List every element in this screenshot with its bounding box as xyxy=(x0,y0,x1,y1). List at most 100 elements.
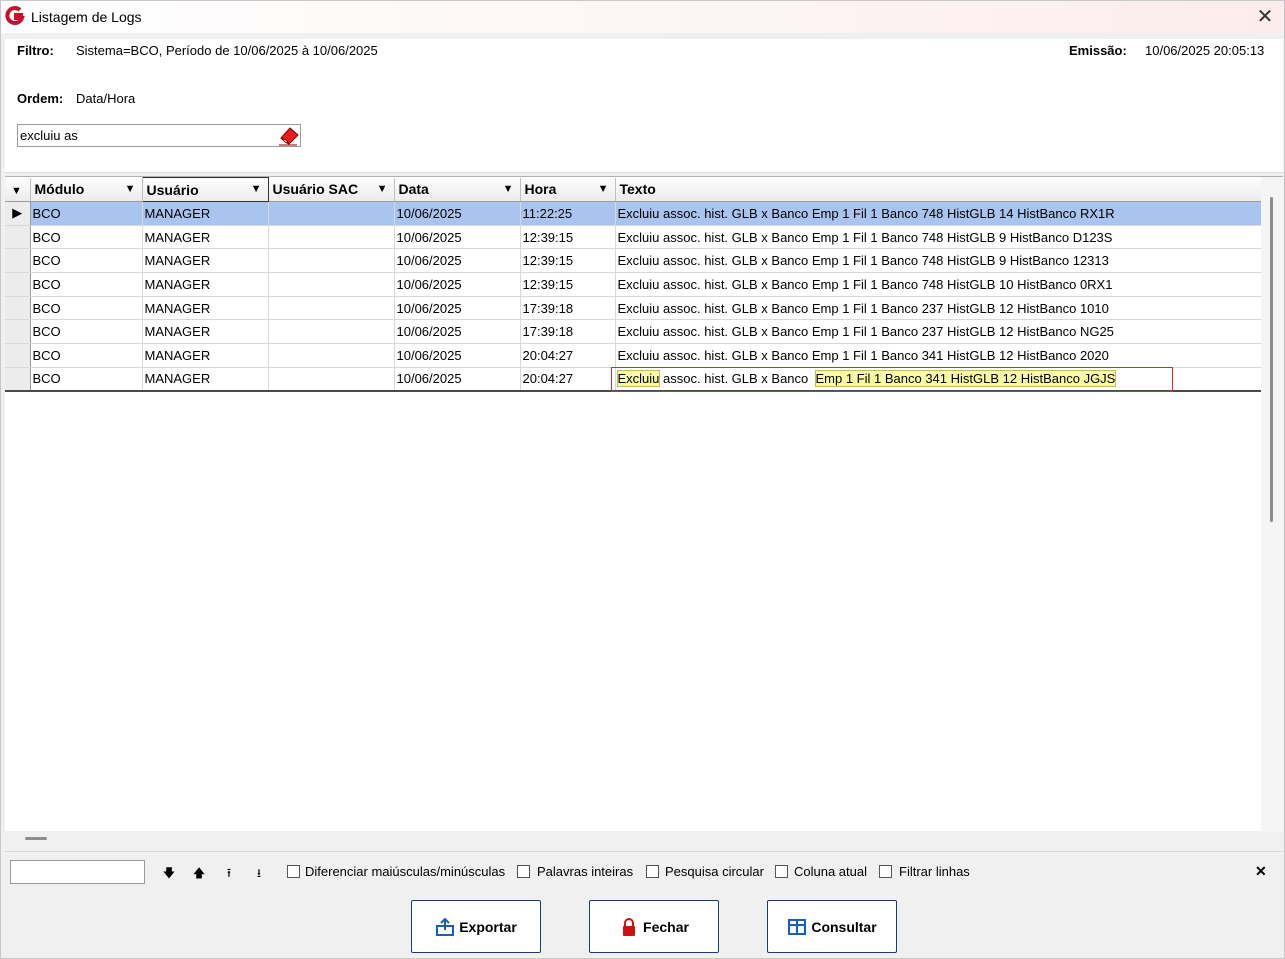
report-header: Filtro: Sistema=BCO, Período de 10/06/20… xyxy=(5,39,1283,173)
cell-data: 10/06/2025 xyxy=(394,201,521,226)
row-indicator xyxy=(5,248,31,274)
arrow-up-icon[interactable]: 🡅 xyxy=(191,864,207,885)
order-label: Ordem: xyxy=(17,91,64,106)
cell-usuario-sac xyxy=(268,343,395,368)
arrow-first-icon[interactable]: ⭱ xyxy=(221,864,237,885)
header-indicator[interactable]: ▼ xyxy=(5,177,31,202)
cell-hora: 12:39:15 xyxy=(520,272,616,297)
cell-texto: Excluiu assoc. hist. GLB x Banco Emp 1 F… xyxy=(615,296,1262,321)
filter-icon[interactable]: ▼ xyxy=(598,183,609,195)
cell-texto: Excluiu assoc. hist. GLB x Banco Emp 1 F… xyxy=(615,225,1262,250)
column-header-usuario-sac[interactable]: Usuário SAC ▼ xyxy=(268,177,395,202)
cell-modulo: BCO xyxy=(30,343,143,368)
row-pointer-icon: ▶ xyxy=(5,201,31,226)
cell-data: 10/06/2025 xyxy=(394,225,521,250)
row-indicator xyxy=(5,319,31,345)
cell-usuario-sac xyxy=(268,201,395,226)
table-header-row: ▼ Módulo ▼ Usuário ▼ Usuário SAC ▼ Data ▼ Ho… xyxy=(5,177,1262,202)
cell-hora: 12:39:15 xyxy=(520,248,616,274)
export-label: Exportar xyxy=(459,918,517,935)
row-indicator xyxy=(5,225,31,250)
table-row[interactable]: BCO MANAGER 10/06/2025 17:39:18 Excluiu … xyxy=(5,296,1262,321)
column-header-usuario[interactable]: Usuário ▼ xyxy=(141,177,269,202)
emission-value: 10/06/2025 20:05:13 xyxy=(1145,43,1265,58)
title-bar: Listagem de Logs ✕ xyxy=(1,1,1284,33)
filter-icon[interactable]: ▼ xyxy=(377,183,388,195)
cell-usuario-sac xyxy=(268,367,395,392)
export-icon xyxy=(436,917,455,936)
cell-usuario: MANAGER xyxy=(142,248,269,274)
checkbox-label: Pesquisa circular xyxy=(665,864,764,879)
checkbox-label: Palavras inteiras xyxy=(537,864,634,879)
cell-usuario-sac xyxy=(268,225,395,250)
row-indicator xyxy=(5,343,31,368)
checkbox-whole-words[interactable] xyxy=(517,865,530,878)
column-header-data[interactable]: Data ▼ xyxy=(394,177,521,202)
cell-texto: Excluiu assoc. hist. GLB x Banco Emp 1 F… xyxy=(615,201,1262,226)
search-match-highlight: Excluiu xyxy=(616,370,661,388)
query-label: Consultar xyxy=(811,918,877,935)
close-icon[interactable]: ✕ xyxy=(1255,863,1267,880)
checkbox-label: Coluna atual xyxy=(794,864,867,879)
vertical-scrollbar[interactable] xyxy=(1261,177,1283,832)
checkbox-case-sensitive[interactable] xyxy=(287,865,300,878)
table-row[interactable]: ▶ BCO MANAGER 10/06/2025 11:22:25 Exclui… xyxy=(5,201,1262,226)
eraser-icon[interactable] xyxy=(277,124,301,146)
cell-data: 10/06/2025 xyxy=(394,319,521,345)
row-indicator xyxy=(5,296,31,321)
cell-usuario: MANAGER xyxy=(142,201,269,226)
filter-icon[interactable]: ▼ xyxy=(125,183,136,195)
column-header-hora[interactable]: Hora ▼ xyxy=(520,177,616,202)
close-label: Fechar xyxy=(643,918,689,935)
cell-hora: 17:39:18 xyxy=(520,296,616,321)
cell-usuario: MANAGER xyxy=(142,319,269,345)
table-row[interactable]: BCO MANAGER 10/06/2025 20:04:27 Excluiu … xyxy=(5,343,1262,368)
column-header-texto[interactable]: Texto xyxy=(615,177,1262,202)
close-icon[interactable]: ✕ xyxy=(1251,3,1279,31)
find-bar: 🡇 🡅 ⭱ ⭳ Diferenciar maiúsculas/minúscula… xyxy=(5,851,1283,889)
horizontal-scrollbar-thumb[interactable] xyxy=(25,837,47,840)
cell-modulo: BCO xyxy=(30,319,143,345)
find-input[interactable] xyxy=(10,860,145,884)
arrow-down-icon[interactable]: 🡇 xyxy=(161,864,177,885)
texto-middle: assoc. hist. GLB x Banco xyxy=(659,371,816,387)
filter-icon[interactable]: ▼ xyxy=(503,183,514,195)
checkbox-filter-rows[interactable] xyxy=(879,865,892,878)
cell-texto: Excluiu assoc. hist. GLB x Banco Emp 1 F… xyxy=(615,248,1262,274)
checkbox-label: Filtrar linhas xyxy=(899,864,970,879)
filter-label: Filtro: xyxy=(17,43,54,58)
cell-modulo: BCO xyxy=(30,225,143,250)
cell-usuario: MANAGER xyxy=(142,272,269,297)
cell-usuario-sac xyxy=(268,319,395,345)
cell-data: 10/06/2025 xyxy=(394,343,521,368)
arrow-last-icon[interactable]: ⭳ xyxy=(251,864,267,885)
checkbox-circular-search[interactable] xyxy=(646,865,659,878)
vertical-scrollbar-thumb[interactable] xyxy=(1270,197,1273,522)
cell-hora: 12:39:15 xyxy=(520,225,616,250)
row-indicator xyxy=(5,272,31,297)
cell-usuario: MANAGER xyxy=(142,225,269,250)
export-button[interactable]: Exportar xyxy=(411,900,541,953)
cell-texto: Excluiu assoc. hist. GLB x Banco Emp 1 F… xyxy=(615,367,1262,392)
table-row[interactable]: BCO MANAGER 10/06/2025 12:39:15 Excluiu … xyxy=(5,248,1262,274)
close-button[interactable]: Fechar xyxy=(589,900,719,953)
column-header-modulo[interactable]: Módulo ▼ xyxy=(30,177,143,202)
table-row[interactable]: BCO MANAGER 10/06/2025 17:39:18 Excluiu … xyxy=(5,319,1262,345)
log-list-window: Listagem de Logs ✕ Filtro: Sistema=BCO, … xyxy=(0,0,1285,959)
checkbox-current-column[interactable] xyxy=(775,865,788,878)
table-row[interactable]: BCO MANAGER 10/06/2025 12:39:15 Excluiu … xyxy=(5,225,1262,250)
table-row[interactable]: BCO MANAGER 10/06/2025 12:39:15 Excluiu … xyxy=(5,272,1262,297)
cell-data: 10/06/2025 xyxy=(394,272,521,297)
lock-icon xyxy=(623,917,636,936)
table-row[interactable]: BCO MANAGER 10/06/2025 20:04:27 Excluiu … xyxy=(5,367,1262,392)
cell-modulo: BCO xyxy=(30,272,143,297)
cell-usuario-sac xyxy=(268,272,395,297)
cell-usuario: MANAGER xyxy=(142,343,269,368)
search-input[interactable] xyxy=(17,124,301,147)
query-button[interactable]: Consultar xyxy=(767,900,897,953)
filter-icon[interactable]: ▼ xyxy=(251,183,262,195)
cell-data: 10/06/2025 xyxy=(394,367,521,392)
order-value: Data/Hora xyxy=(76,91,136,106)
cell-hora: 20:04:27 xyxy=(520,367,616,392)
chevron-down-icon[interactable]: ▼ xyxy=(11,185,22,197)
